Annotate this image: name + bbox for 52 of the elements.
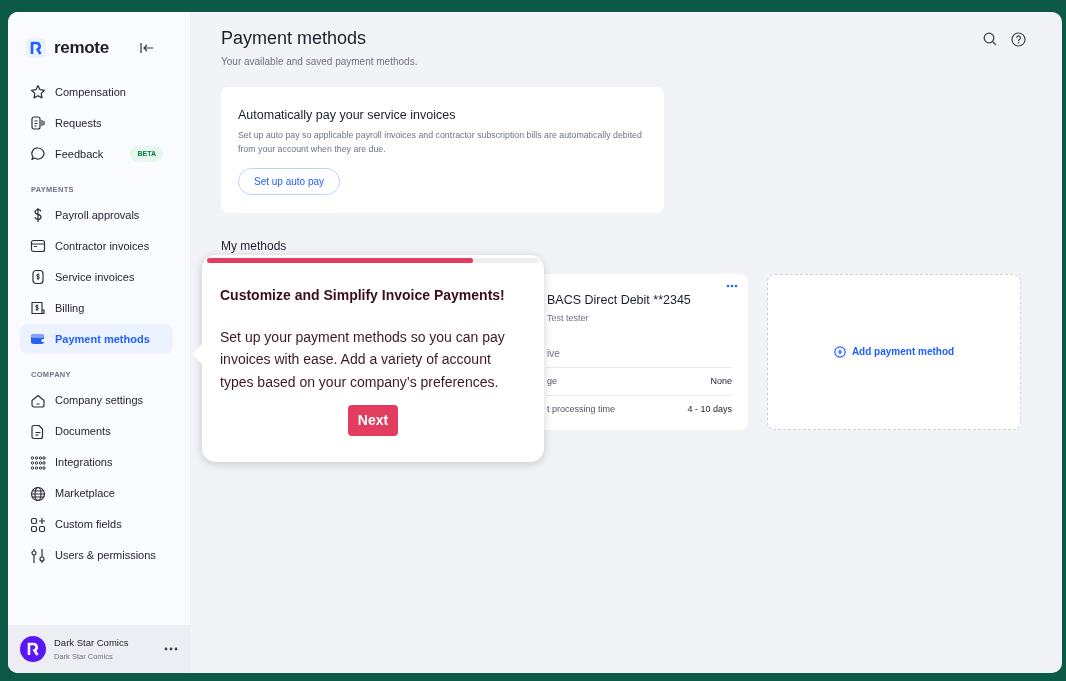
account-holder: Test tester [547,312,590,326]
document-icon [30,423,46,440]
house-icon [30,392,46,409]
speech-bubble-icon [30,146,46,162]
receipt-dollar-icon [30,269,46,286]
sidebar-item[interactable]: Users & permissions [20,540,173,571]
page-subtitle: Your available and saved payment methods. [221,54,419,69]
tour-text: Set up your payment methods so you can pay invoices with ease. Add a variety of account types based on your company’s preferences. [219,328,506,392]
brand-name: remote [54,37,109,60]
avatar-icon [20,636,46,662]
shapes-plus-icon [30,516,46,533]
help-icon[interactable] [1011,32,1026,47]
section-heading: My methods [221,237,288,255]
sidebar-item[interactable]: Contractor invoices [20,231,173,262]
plus-circle-icon [833,345,846,358]
collapse-sidebar-icon[interactable] [140,42,154,54]
detail-label: ge [547,374,557,388]
sidebar-item[interactable]: Requests [20,108,173,138]
sidebar-item[interactable]: Service invoices [20,262,173,293]
sidebar-item[interactable]: Documents [20,416,173,447]
receipt-dollar-icon [30,300,46,317]
sidebar-item[interactable]: Billing [20,293,173,324]
more-options-icon[interactable] [726,283,738,288]
set-up-auto-pay-button[interactable]: Set up auto pay [238,167,341,195]
add-payment-method-button[interactable]: Add payment method [833,344,955,360]
next-button[interactable]: Next [347,405,399,437]
search-icon[interactable] [983,32,997,47]
detail-value: None [710,374,732,388]
grid-dots-icon [30,454,46,471]
sidebar-item[interactable]: Company settings [20,385,173,416]
logo-icon [26,38,46,58]
sidebar-item[interactable]: Payroll approvals [20,200,173,231]
star-icon [30,84,46,100]
globe-icon [30,485,46,502]
sidebar-item[interactable]: Integrations [20,447,173,478]
invoice-icon [30,238,46,255]
sidebar-item[interactable]: Compensation [20,77,173,107]
sidebar-item[interactable]: Payment methods [20,324,173,355]
sliders-icon [30,547,46,564]
sidebar-item[interactable]: Custom fields [20,509,173,540]
more-options-icon[interactable] [164,647,178,651]
document-icon [30,115,46,131]
account-name: Dark Star Comics [54,636,129,651]
autopay-title: Automatically pay your service invoices [238,106,457,124]
page-title: Payment methods [221,28,367,50]
method-status: ive [547,345,732,368]
autopay-description: Set up auto pay so applicable payroll invoices and contractor subscription bills are automatically debited from your account when they are due. [238,129,643,156]
tour-title: Customize and Simplify Invoice Payments! [219,286,506,305]
method-title: BACS Direct Debit **2345 [547,291,692,309]
detail-value: 4 - 10 days [687,403,732,417]
detail-label: t processing time [547,403,616,417]
sidebar-item[interactable]: Marketplace [20,478,173,509]
